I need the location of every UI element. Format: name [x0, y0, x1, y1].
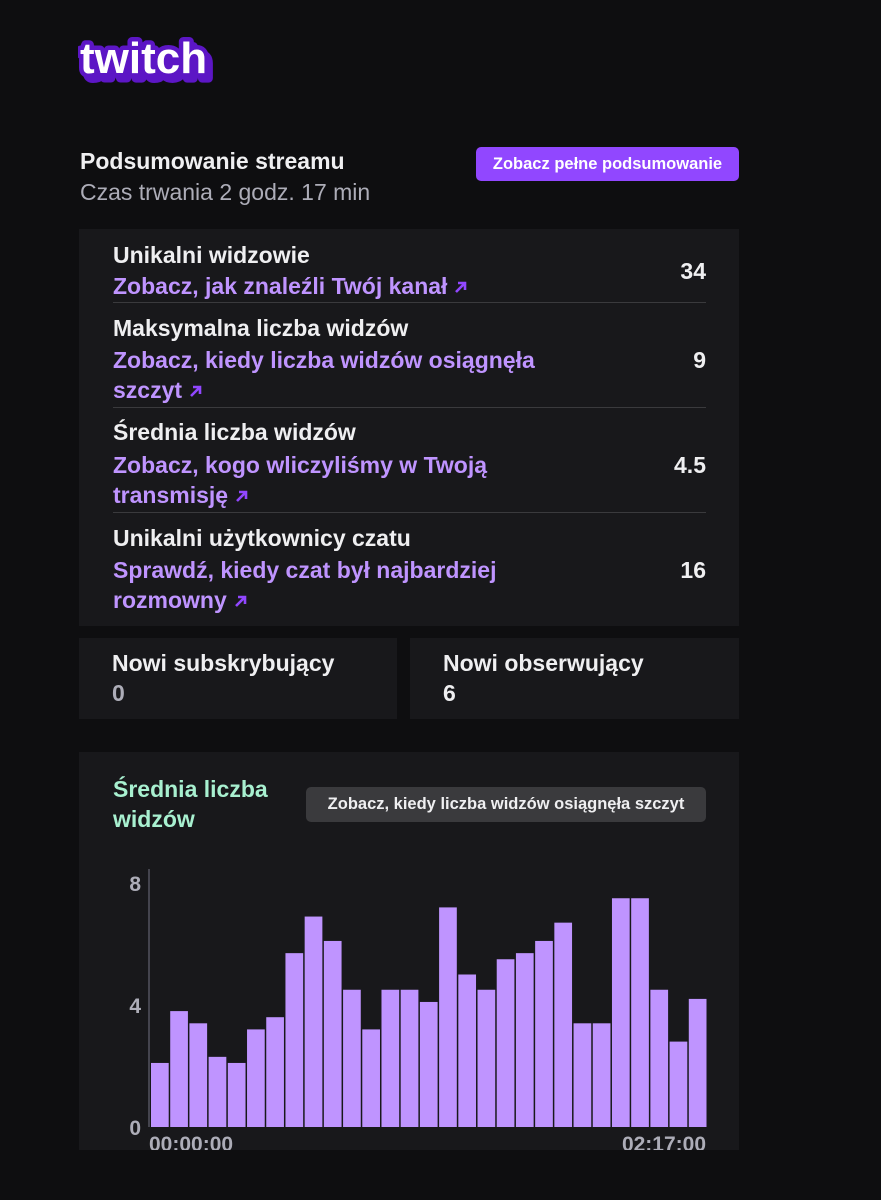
- chart-bar: [554, 922, 573, 1127]
- stat-row-unique-chatters: Unikalni użytkownicy czatu Sprawdź, kied…: [113, 513, 706, 623]
- chart-bar: [669, 1041, 688, 1127]
- chart-bar: [323, 940, 342, 1127]
- chart-bar: [458, 974, 477, 1127]
- chart-bar: [189, 1023, 208, 1127]
- new-subscribers-label: Nowi subskrybujący: [112, 650, 335, 676]
- stat-row-average-viewers: Średnia liczba widzów Zobacz, kogo wlicz…: [113, 408, 706, 513]
- chart-bar: [611, 898, 630, 1127]
- stat-label: Unikalni użytkownicy czatu: [113, 525, 411, 551]
- chart-bar: [631, 898, 649, 1127]
- stat-value-max-viewers: 9: [693, 347, 706, 373]
- new-followers-card: Nowi obserwujący 6: [410, 638, 739, 719]
- chart-bar: [477, 989, 496, 1127]
- chart-bar: [208, 1056, 227, 1127]
- svg-text:twitch: twitch: [80, 34, 207, 83]
- chart-bar: [304, 916, 323, 1127]
- y-tick-label: 8: [129, 873, 141, 896]
- chart-bar: [285, 953, 304, 1127]
- x-tick-label: 02:17:00: [622, 1133, 706, 1150]
- stat-row-max-viewers: Maksymalna liczba widzów Zobacz, kiedy l…: [113, 303, 706, 408]
- new-followers-label: Nowi obserwujący: [443, 650, 644, 676]
- average-viewers-chart-panel: Średnia liczba widzów Zobacz, kiedy licz…: [79, 752, 739, 1150]
- chart-bar: [170, 1011, 188, 1127]
- chart-bar: [400, 989, 419, 1127]
- arrow-up-right-icon: [236, 490, 248, 502]
- average-viewers-bar-chart: 0 4 8 00:00:00 02:17:00: [129, 869, 707, 1150]
- stat-label: Maksymalna liczba widzów: [113, 315, 409, 341]
- chart-bar: [439, 907, 457, 1127]
- y-tick-label: 4: [129, 995, 141, 1018]
- chart-bar: [343, 989, 361, 1127]
- stat-link-peak-time[interactable]: Zobacz, kiedy liczba widzów osiągnęła sz…: [113, 345, 583, 405]
- chart-bar: [362, 1029, 380, 1127]
- chart-bar: [535, 940, 553, 1127]
- new-subscribers-value: 0: [112, 680, 125, 706]
- chart-bar: [151, 1062, 169, 1127]
- chart-bar: [496, 959, 515, 1127]
- stream-duration: Czas trwania 2 godz. 17 min: [80, 179, 371, 205]
- stat-value-average-viewers: 4.5: [674, 452, 706, 478]
- stat-label: Unikalni widzowie: [113, 242, 310, 268]
- y-tick-label: 0: [129, 1117, 141, 1140]
- arrow-up-right-icon: [455, 281, 467, 293]
- stat-link-how-found[interactable]: Zobacz, jak znaleźli Twój kanał: [113, 271, 583, 301]
- chart-bar: [592, 1023, 611, 1127]
- stat-value-unique-chatters: 16: [680, 557, 706, 583]
- chart-bar: [247, 1029, 265, 1127]
- chart-bar: [227, 1062, 246, 1127]
- chart-bar: [419, 1001, 438, 1127]
- stat-label: Średnia liczba widzów: [113, 419, 356, 445]
- arrow-up-right-icon: [234, 595, 247, 607]
- full-summary-button[interactable]: Zobacz pełne podsumowanie: [476, 147, 739, 181]
- stat-link-who-counted[interactable]: Zobacz, kogo wliczyliśmy w Twoją transmi…: [113, 450, 583, 510]
- summary-title: Podsumowanie streamu: [80, 148, 345, 174]
- chart-bar: [573, 1023, 592, 1127]
- chart-bar: [515, 953, 534, 1127]
- stat-row-unique-viewers: Unikalni widzowie Zobacz, jak znaleźli T…: [113, 229, 706, 303]
- stat-link-chat-peak[interactable]: Sprawdź, kiedy czat był najbardziej rozm…: [113, 555, 583, 615]
- new-followers-value: 6: [443, 680, 456, 706]
- x-tick-label: 00:00:00: [149, 1133, 233, 1150]
- chart-bar: [266, 1017, 284, 1127]
- stats-panel: Unikalni widzowie Zobacz, jak znaleźli T…: [79, 229, 739, 626]
- chart-bar: [688, 998, 707, 1127]
- arrow-up-right-icon: [190, 385, 202, 397]
- chart-bar: [650, 989, 669, 1127]
- new-subscribers-card: Nowi subskrybujący 0: [79, 638, 397, 719]
- twitch-logo[interactable]: twitch twitch twitch: [78, 34, 214, 84]
- stat-value-unique-viewers: 34: [680, 258, 706, 284]
- chart-bar: [381, 989, 400, 1127]
